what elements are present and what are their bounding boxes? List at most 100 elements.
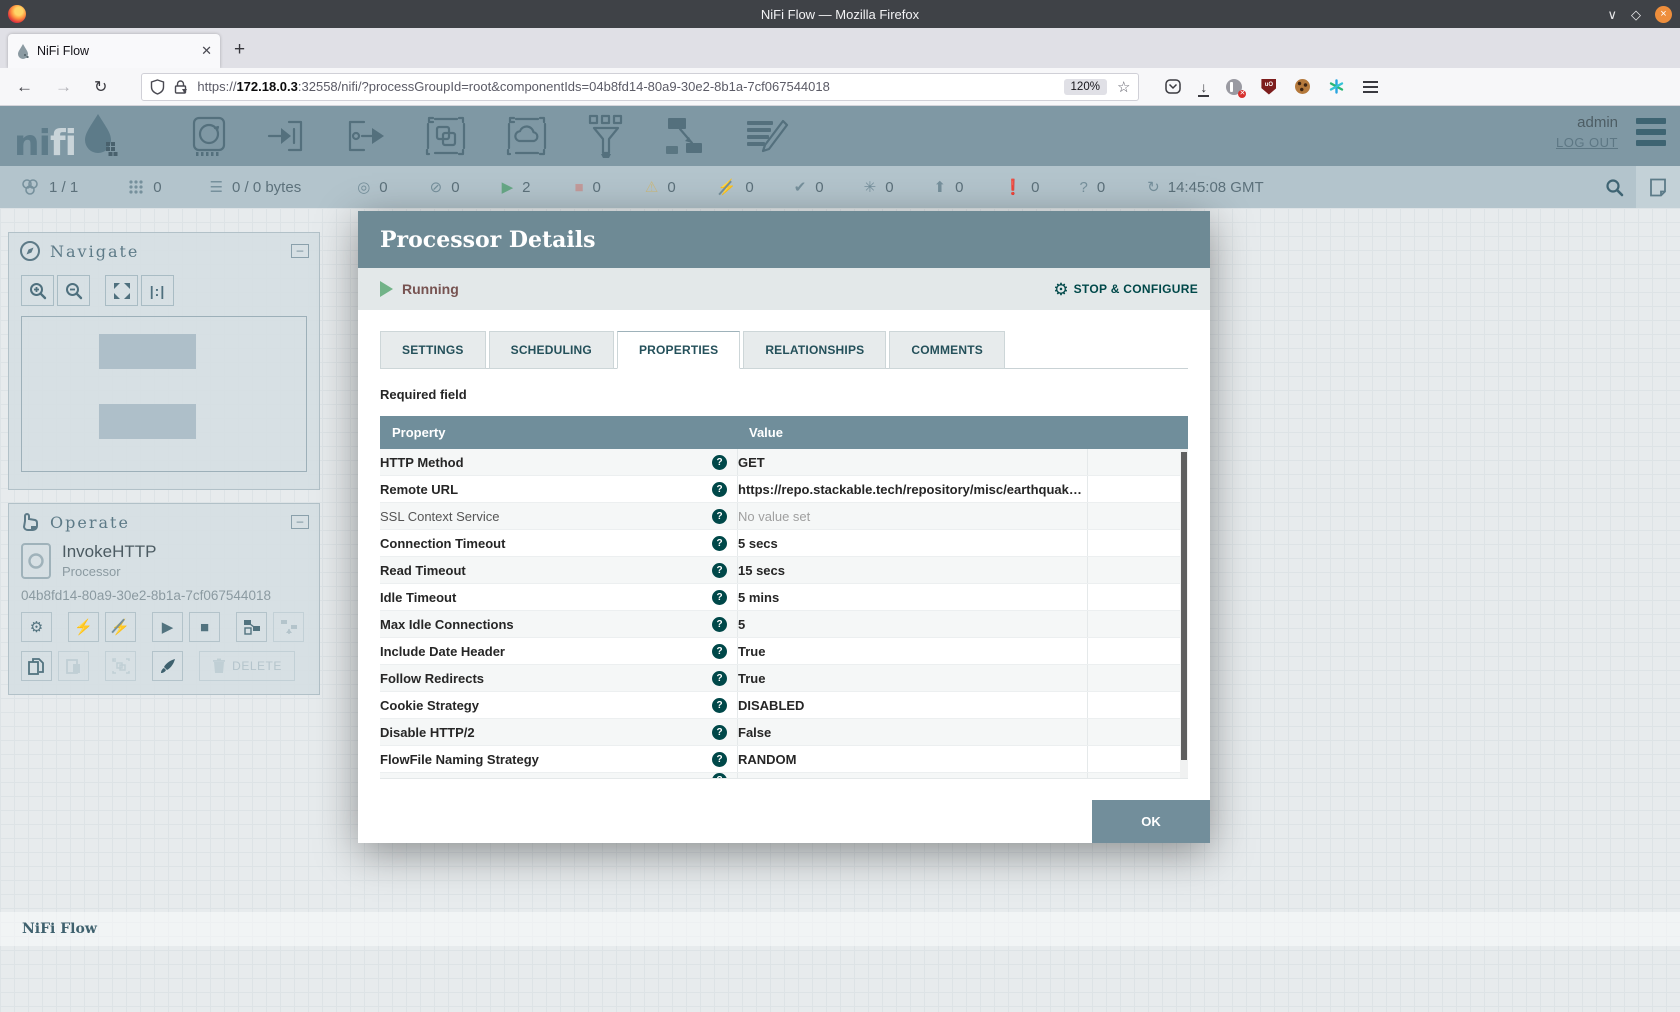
configure-button[interactable]: ⚙	[21, 612, 52, 642]
stop-button[interactable]: ■	[189, 612, 220, 642]
container-extension-icon[interactable]	[1329, 79, 1344, 94]
help-icon[interactable]: ?	[712, 773, 727, 779]
help-icon[interactable]: ?	[712, 590, 727, 605]
window-minimize-icon[interactable]: ∨	[1607, 8, 1617, 21]
back-icon[interactable]: ←	[16, 77, 33, 97]
browser-tabstrip: NiFi Flow ✕ +	[0, 28, 1680, 68]
forward-icon[interactable]: →	[55, 77, 72, 97]
running-status: ▶ 2	[502, 179, 531, 196]
stop-and-configure-button[interactable]: ⚙ STOP & CONFIGURE	[1053, 281, 1198, 298]
upload-template-button[interactable]	[273, 612, 304, 642]
property-value: 5 mins	[737, 584, 1087, 610]
copy-button[interactable]	[21, 651, 52, 681]
remote-process-group-component-icon[interactable]	[504, 114, 550, 158]
help-icon[interactable]: ?	[712, 752, 727, 767]
cookie-extension-icon[interactable]	[1295, 79, 1310, 94]
template-component-icon[interactable]	[662, 116, 708, 156]
tab-close-icon[interactable]: ✕	[201, 43, 212, 59]
tab-settings[interactable]: SETTINGS	[380, 331, 486, 369]
zoom-in-button[interactable]	[21, 275, 54, 306]
property-row[interactable]: Connection Timeout?5 secs	[380, 530, 1188, 557]
downloads-icon[interactable]: ↓	[1200, 79, 1207, 95]
delete-button[interactable]: DELETE	[199, 651, 295, 681]
sync-failure-status: ? 0	[1079, 179, 1105, 196]
operate-collapse-button[interactable]: –	[291, 515, 309, 529]
label-component-icon[interactable]	[743, 115, 789, 157]
help-icon[interactable]: ?	[712, 644, 727, 659]
property-row[interactable]: Disable HTTP/2?False	[380, 719, 1188, 746]
tab-scheduling[interactable]: SCHEDULING	[489, 331, 614, 369]
help-icon[interactable]: ?	[712, 563, 727, 578]
shield-icon[interactable]	[150, 79, 165, 95]
start-button[interactable]: ▶	[152, 612, 183, 642]
property-row[interactable]: Remote URL?https://repo.stackable.tech/r…	[380, 476, 1188, 503]
tab-properties[interactable]: PROPERTIES	[617, 331, 740, 369]
disable-button[interactable]: ⚡	[105, 612, 136, 642]
search-icon	[1605, 178, 1624, 197]
output-port-component-icon[interactable]	[342, 116, 388, 156]
tab-comments[interactable]: COMMENTS	[889, 331, 1005, 369]
help-icon[interactable]: ?	[712, 455, 727, 470]
property-row[interactable]: FlowFile Naming Strategy?RANDOM	[380, 746, 1188, 773]
create-template-button[interactable]	[236, 612, 267, 642]
navigate-collapse-button[interactable]: –	[291, 244, 309, 258]
enable-button[interactable]: ⚡	[68, 612, 99, 642]
reload-icon[interactable]: ↻	[94, 77, 107, 97]
funnel-component-icon[interactable]	[585, 112, 627, 160]
logout-link[interactable]: LOG OUT	[1556, 135, 1618, 150]
zoom-fit-button[interactable]	[105, 275, 138, 306]
property-row[interactable]: Follow Redirects?True	[380, 665, 1188, 692]
property-row[interactable]: Idle Timeout?5 mins	[380, 584, 1188, 611]
page-zoom-badge[interactable]: 120%	[1064, 79, 1107, 95]
property-row[interactable]: Cookie Strategy?DISABLED	[380, 692, 1188, 719]
process-group-component-icon[interactable]	[423, 114, 469, 158]
browser-tab[interactable]: NiFi Flow ✕	[8, 34, 220, 68]
url-text: https://172.18.0.3:32558/nifi/?processGr…	[197, 79, 1063, 94]
new-tab-button[interactable]: +	[234, 39, 245, 61]
bulletin-board-button[interactable]	[1636, 166, 1680, 208]
zoom-out-button[interactable]	[57, 275, 90, 306]
property-row[interactable]: ?	[380, 773, 1188, 779]
pocket-icon[interactable]	[1165, 79, 1181, 94]
input-port-component-icon[interactable]	[265, 116, 307, 156]
group-button[interactable]	[105, 651, 136, 681]
ok-button[interactable]: OK	[1092, 800, 1210, 843]
zoom-actual-button[interactable]: |:|	[141, 275, 174, 306]
bookmark-star-icon[interactable]: ☆	[1117, 78, 1130, 96]
properties-table: Property Value HTTP Method?GETRemote URL…	[380, 416, 1188, 779]
property-row[interactable]: HTTP Method?GET	[380, 449, 1188, 476]
browser-menu-icon[interactable]	[1363, 81, 1378, 93]
property-row[interactable]: Read Timeout?15 secs	[380, 557, 1188, 584]
property-value: False	[737, 719, 1087, 745]
tab-title: NiFi Flow	[37, 44, 194, 58]
url-bar[interactable]: https://172.18.0.3:32558/nifi/?processGr…	[141, 73, 1139, 101]
property-row[interactable]: SSL Context Service?No value set	[380, 503, 1188, 530]
operate-panel: Operate – InvokeHTTP Processor 04b8fd14-…	[8, 503, 320, 695]
table-scrollbar-thumb[interactable]	[1181, 452, 1187, 760]
ublock-extension-icon[interactable]	[1261, 79, 1276, 95]
table-scrollbar[interactable]	[1180, 449, 1188, 778]
help-icon[interactable]: ?	[712, 725, 727, 740]
birdseye-minimap[interactable]	[21, 316, 307, 472]
help-icon[interactable]: ?	[712, 671, 727, 686]
help-icon[interactable]: ?	[712, 482, 727, 497]
property-row[interactable]: Max Idle Connections?5	[380, 611, 1188, 638]
processor-component-icon[interactable]	[188, 114, 230, 158]
fill-color-button[interactable]	[152, 651, 183, 681]
breadcrumb[interactable]: NiFi Flow	[22, 921, 97, 937]
privacy-extension-icon[interactable]	[1226, 79, 1242, 95]
up-to-date-status: ✔ 0	[794, 179, 824, 196]
lock-warning-icon[interactable]	[173, 79, 188, 95]
property-row[interactable]: Include Date Header?True	[380, 638, 1188, 665]
help-icon[interactable]: ?	[712, 536, 727, 551]
help-icon[interactable]: ?	[712, 698, 727, 713]
help-icon[interactable]: ?	[712, 617, 727, 632]
help-icon[interactable]: ?	[712, 509, 727, 524]
window-close-icon[interactable]: ×	[1655, 6, 1672, 23]
tab-relationships[interactable]: RELATIONSHIPS	[743, 331, 886, 369]
refresh-icon[interactable]: ↻	[1147, 180, 1160, 195]
paste-button[interactable]	[58, 651, 89, 681]
search-button[interactable]	[1592, 166, 1636, 208]
global-menu-icon[interactable]	[1636, 118, 1666, 146]
window-maximize-icon[interactable]: ◇	[1631, 8, 1641, 21]
